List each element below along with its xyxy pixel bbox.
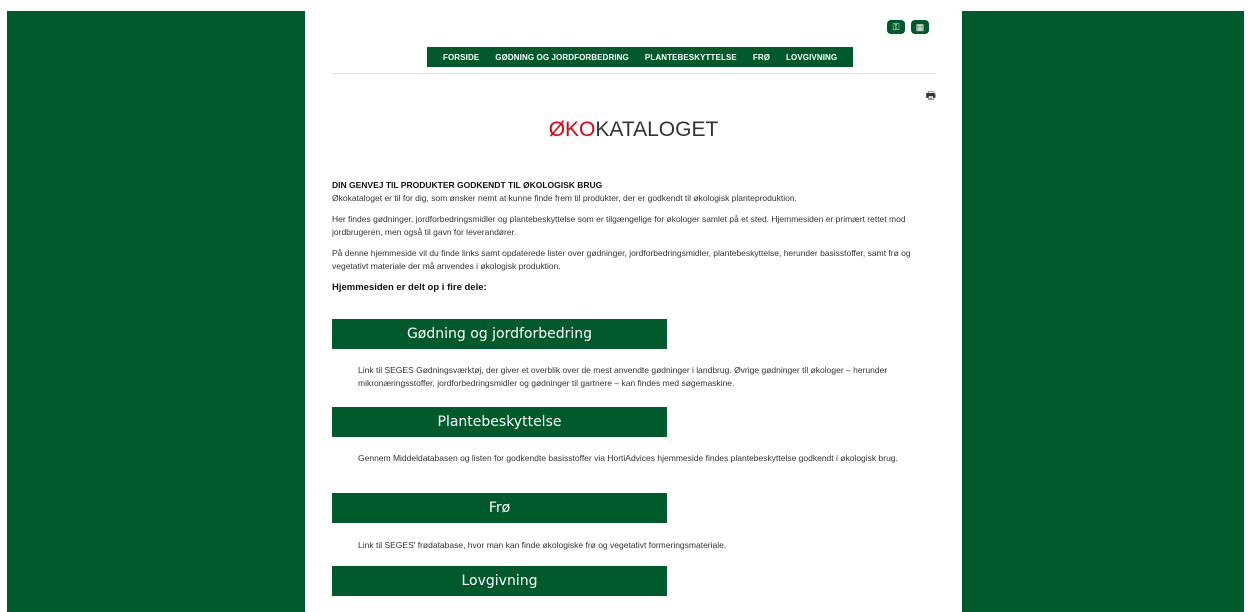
- section-button-godning[interactable]: Gødning og jordforbedring: [332, 319, 667, 349]
- left-background-panel: [7, 11, 305, 612]
- nav-item-fro[interactable]: FRØ: [745, 53, 778, 62]
- key-icon[interactable]: ⚿: [887, 20, 905, 34]
- print-icon[interactable]: 🖶: [926, 87, 936, 106]
- intro-paragraph-1: Økokataloget er til for dig, som ønsker …: [332, 193, 797, 203]
- nav-item-lovgivning[interactable]: LOVGIVNING: [778, 53, 845, 62]
- title-rest: KATALOGET: [595, 118, 719, 141]
- section-desc-fro: Link til SEGES' frødatabase, hvor man ka…: [358, 540, 727, 550]
- title-accent: ØKO: [548, 118, 596, 141]
- nav-item-plantebeskyttelse[interactable]: PLANTEBESKYTTELSE: [637, 53, 745, 62]
- section-button-lovgivning[interactable]: Lovgivning: [332, 566, 667, 596]
- page-title: ØKOKATALOGET: [305, 118, 962, 142]
- intro-heading: DIN GENVEJ TIL PRODUKTER GODKENDT TIL ØK…: [332, 180, 603, 190]
- nav-item-godning[interactable]: GØDNING OG JORDFORBEDRING: [487, 53, 637, 62]
- intro-paragraph-3: På denne hjemmeside vil du finde links s…: [332, 248, 911, 271]
- section-desc-godning: Link til SEGES Gødningsværktøj, der give…: [358, 365, 888, 388]
- header-divider: [332, 73, 936, 74]
- intro-content: DIN GENVEJ TIL PRODUKTER GODKENDT TIL ØK…: [332, 179, 936, 294]
- section-desc-plantebeskyttelse: Gennem Middeldatabasen og listen for god…: [358, 453, 898, 463]
- section-button-plantebeskyttelse[interactable]: Plantebeskyttelse: [332, 407, 667, 437]
- right-background-panel: [962, 11, 1244, 612]
- intro-paragraph-2: Her findes gødninger, jordforbedringsmid…: [332, 214, 906, 237]
- page-container: ⚿ ▦ FORSIDE GØDNING OG JORDFORBEDRING PL…: [305, 11, 962, 612]
- top-icon-bar: ⚿ ▦: [887, 20, 929, 34]
- nav-item-forside[interactable]: FORSIDE: [435, 53, 487, 62]
- parts-heading: Hjemmesiden er delt op i fire dele:: [332, 282, 487, 293]
- section-button-fro[interactable]: Frø: [332, 493, 667, 523]
- main-navigation: FORSIDE GØDNING OG JORDFORBEDRING PLANTE…: [427, 47, 854, 67]
- calculator-icon[interactable]: ▦: [911, 20, 929, 34]
